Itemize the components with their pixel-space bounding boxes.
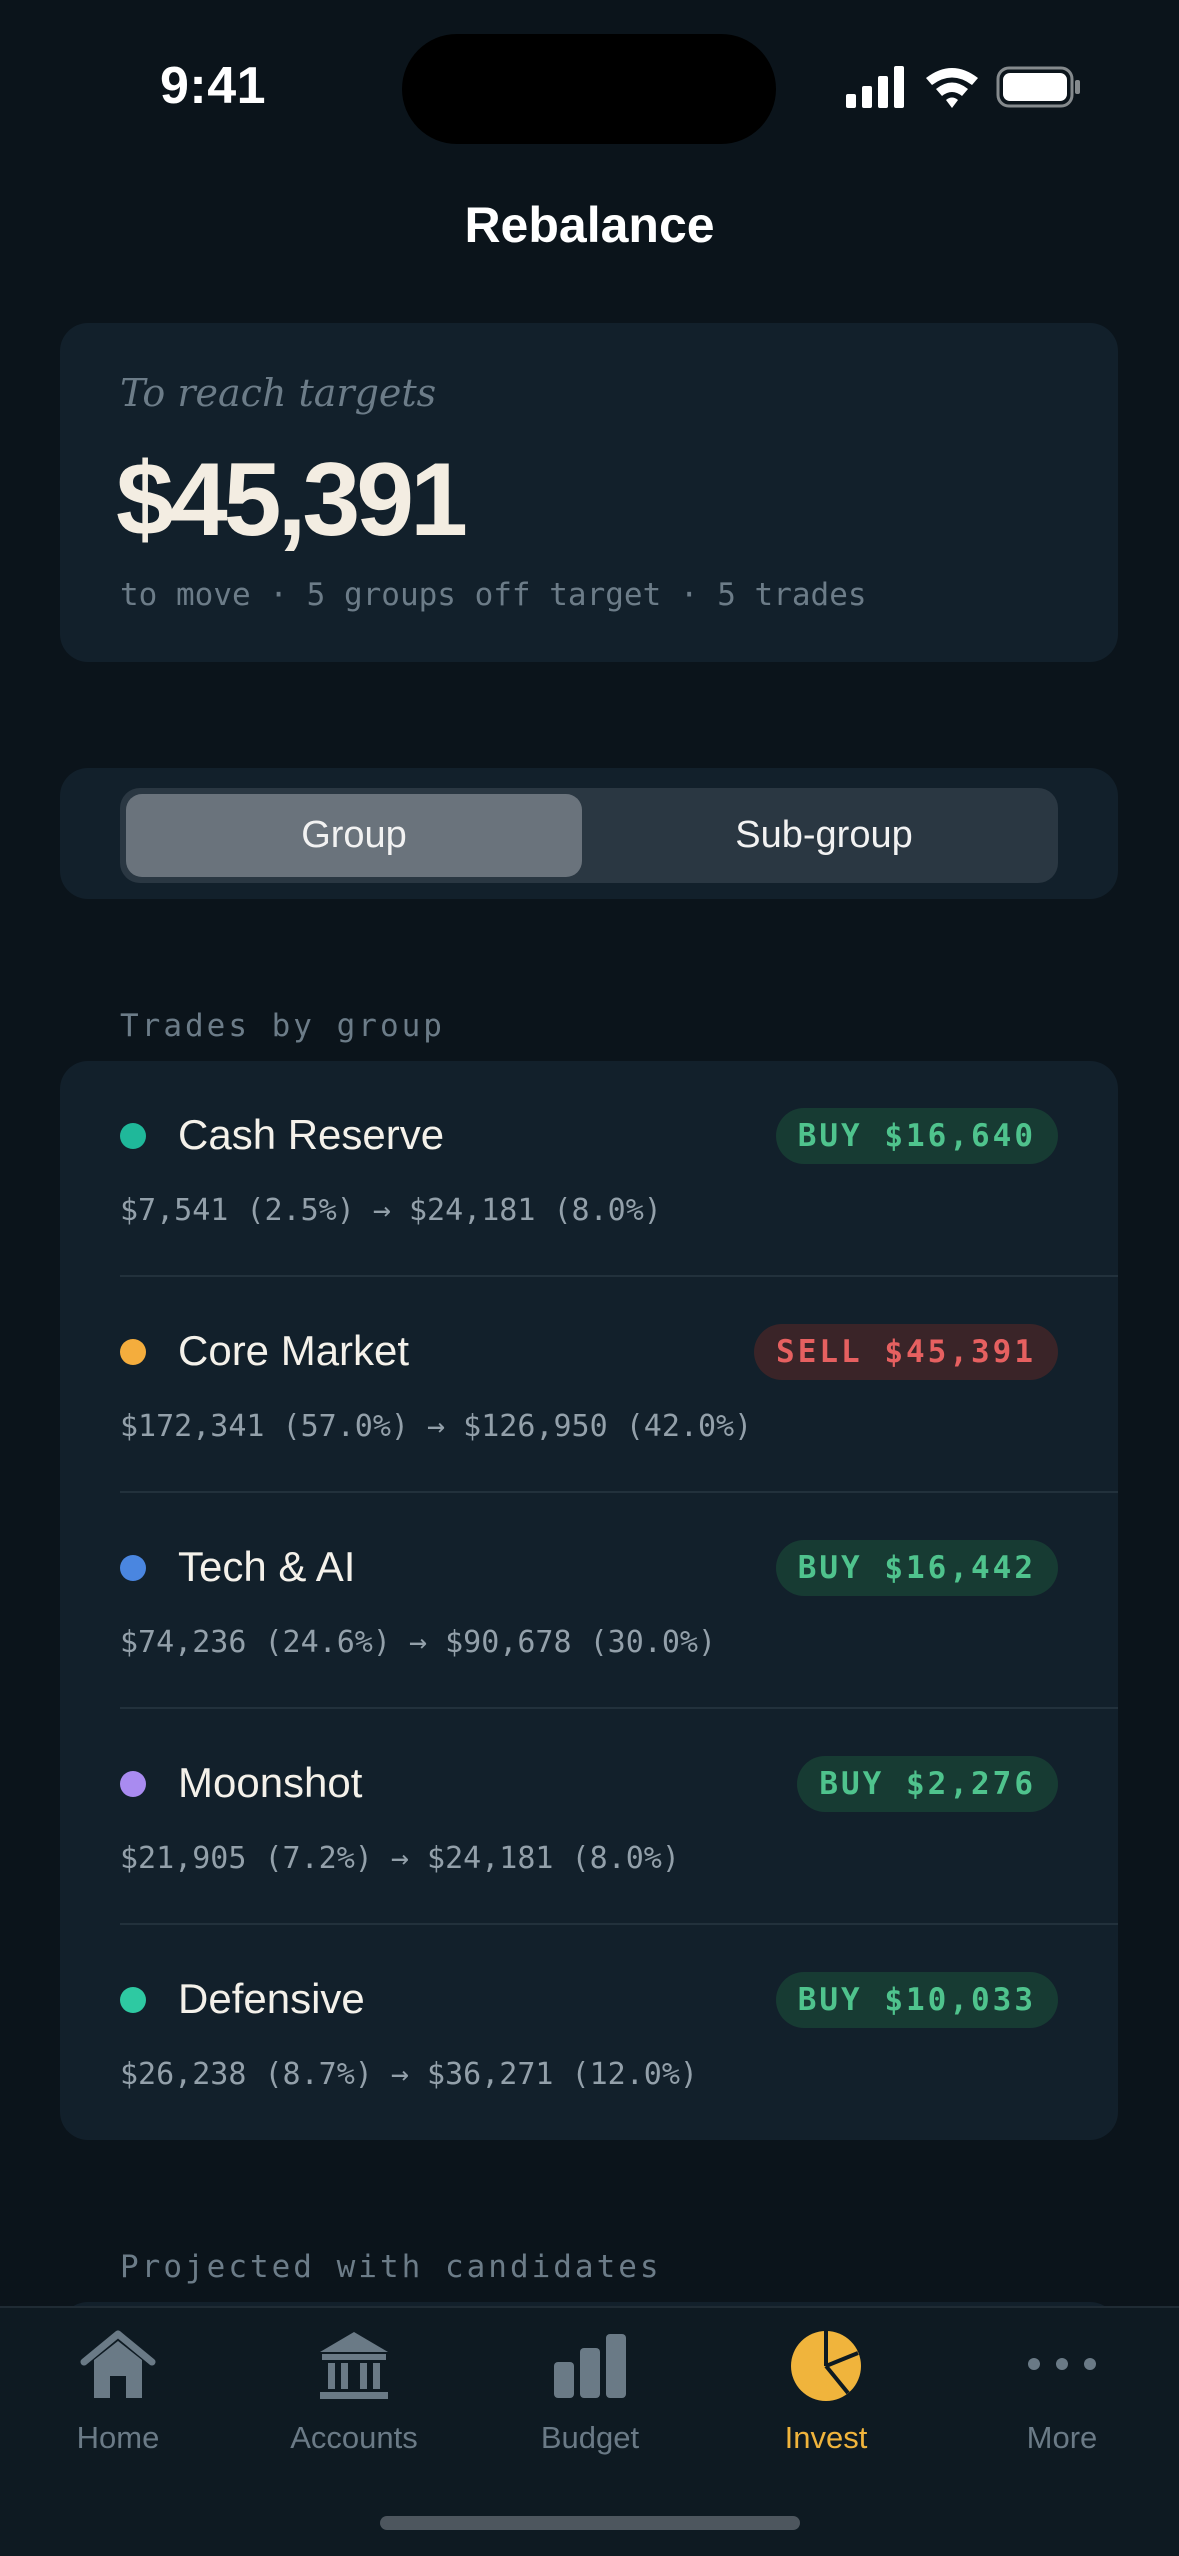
tab-more[interactable]: More <box>944 2308 1179 2488</box>
segment-sub-group[interactable]: Sub-group <box>596 794 1052 877</box>
summary-card: To reach targets $45,391 to move · 5 gro… <box>60 323 1118 662</box>
trade-action-badge: BUY $16,640 <box>775 1108 1058 1164</box>
group-color-dot <box>120 1987 146 2013</box>
tab-home[interactable]: Home <box>0 2308 236 2488</box>
trade-group-name: Defensive <box>178 1975 365 2022</box>
dynamic-island <box>402 34 776 144</box>
tab-label: Accounts <box>290 2420 418 2455</box>
tab-label: Budget <box>540 2420 640 2455</box>
home-indicator <box>380 2516 800 2530</box>
battery-icon <box>996 66 1080 108</box>
tab-invest[interactable]: Invest <box>708 2308 944 2488</box>
trade-action-badge: SELL $45,391 <box>754 1324 1058 1380</box>
trade-detail: $7,541 (2.5%) → $24,181 (8.0%) <box>120 1193 662 1228</box>
group-color-dot <box>120 1771 146 1797</box>
status-time: 9:41 <box>160 57 267 115</box>
grouping-segmented-card: Group Sub-group <box>60 768 1118 899</box>
trade-group-name: Moonshot <box>178 1759 363 1806</box>
trades-list: Cash Reserve BUY $16,640 $7,541 (2.5%) →… <box>60 1061 1118 2140</box>
more-dots-icon <box>1028 2358 1096 2370</box>
tab-label: More <box>1026 2420 1098 2455</box>
group-color-dot <box>120 1123 146 1149</box>
trade-row[interactable]: Moonshot BUY $2,276 $21,905 (7.2%) → $24… <box>60 1709 1118 1925</box>
amount-to-move: $45,391 <box>116 442 468 558</box>
trade-row[interactable]: Tech & AI BUY $16,442 $74,236 (24.6%) → … <box>60 1493 1118 1709</box>
status-icons <box>846 66 1080 108</box>
group-color-dot <box>120 1339 146 1365</box>
cellular-signal-icon <box>846 66 904 108</box>
bar-chart-icon <box>554 2334 626 2398</box>
trade-row[interactable]: Core Market SELL $45,391 $172,341 (57.0%… <box>60 1277 1118 1493</box>
projected-section-label: Projected with candidates <box>120 2249 662 2285</box>
bank-icon <box>320 2332 388 2399</box>
trade-group-name: Core Market <box>178 1327 410 1374</box>
wifi-icon <box>926 68 978 108</box>
trade-group-name: Cash Reserve <box>178 1111 445 1158</box>
page-title: Rebalance <box>464 197 715 253</box>
group-color-dot <box>120 1555 146 1581</box>
trades-section-label: Trades by group <box>120 1008 445 1044</box>
tab-accounts[interactable]: Accounts <box>236 2308 472 2488</box>
tab-label: Home <box>76 2420 160 2455</box>
tab-label: Invest <box>784 2420 868 2455</box>
trade-group-name: Tech & AI <box>178 1543 356 1590</box>
tab-budget[interactable]: Budget <box>472 2308 708 2488</box>
rebalance-screen: 9:41 Rebalance To reach targets $45,391 … <box>0 0 1179 2556</box>
trade-row[interactable]: Defensive BUY $10,033 $26,238 (8.7%) → $… <box>60 1925 1118 2140</box>
trade-detail: $21,905 (7.2%) → $24,181 (8.0%) <box>120 1841 680 1876</box>
trade-action-badge: BUY $10,033 <box>775 1972 1058 2028</box>
trade-row[interactable]: Cash Reserve BUY $16,640 $7,541 (2.5%) →… <box>60 1061 1118 1277</box>
trade-action-badge: BUY $16,442 <box>775 1540 1058 1596</box>
segment-group[interactable]: Group <box>126 794 582 877</box>
trade-detail: $74,236 (24.6%) → $90,678 (30.0%) <box>120 1625 717 1660</box>
segmented-control: Group Sub-group <box>120 788 1058 883</box>
trade-detail: $26,238 (8.7%) → $36,271 (12.0%) <box>120 2057 698 2092</box>
trade-action-badge: BUY $2,276 <box>797 1756 1058 1812</box>
home-icon <box>80 2330 156 2398</box>
trade-detail: $172,341 (57.0%) → $126,950 (42.0%) <box>120 1409 753 1444</box>
summary-kicker: To reach targets <box>120 371 437 415</box>
pie-chart-icon <box>791 2331 861 2401</box>
summary-meta: to move · 5 groups off target · 5 trades <box>120 577 867 613</box>
